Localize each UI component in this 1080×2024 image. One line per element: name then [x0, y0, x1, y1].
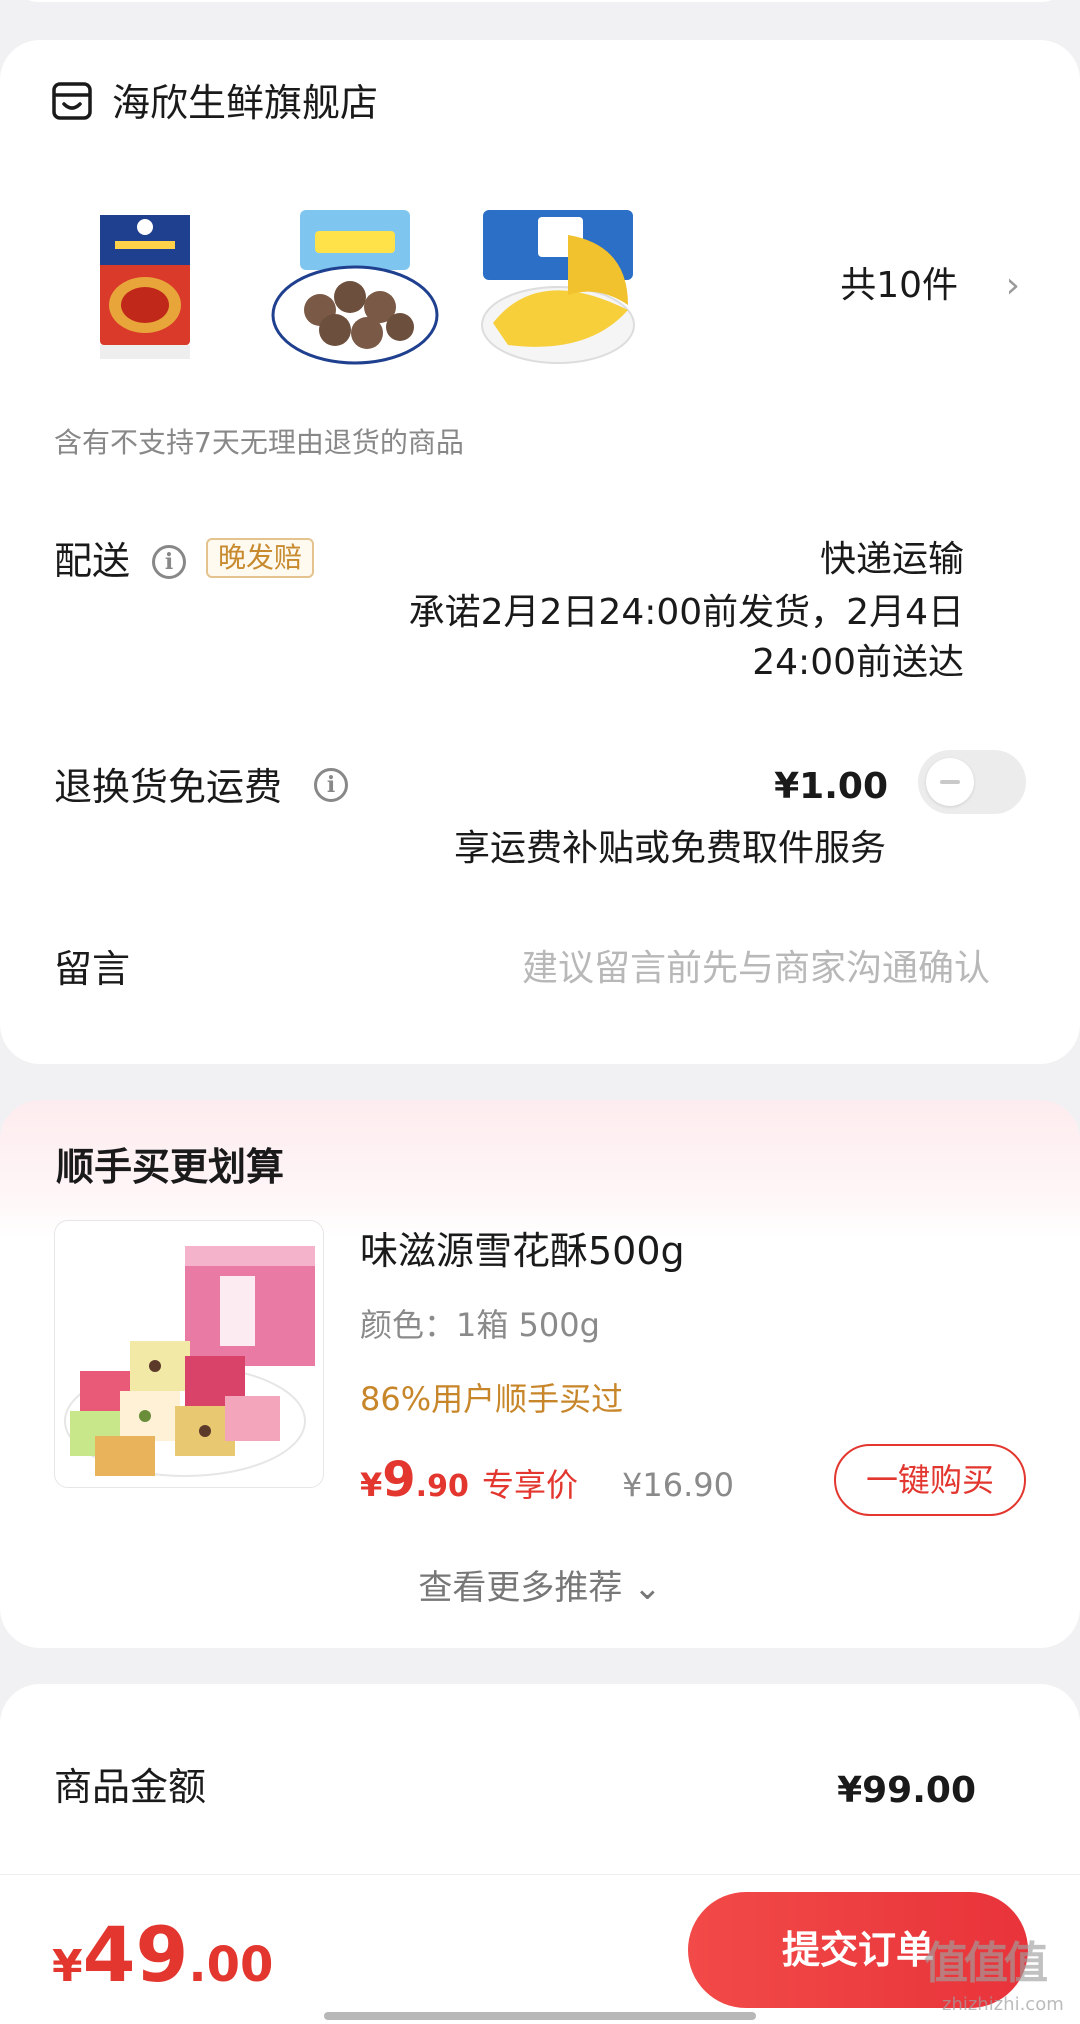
- chevron-right-icon[interactable]: ›: [1006, 262, 1020, 310]
- return-freight-price: ¥1.00: [774, 766, 888, 807]
- return-freight-subtitle: 享运费补贴或免费取件服务: [453, 828, 886, 869]
- return-freight-label: 退换货免运费: [54, 765, 283, 809]
- recommend-title: 顺手买更划算: [56, 1145, 285, 1189]
- store-name[interactable]: 海欣生鲜旗舰店: [112, 78, 378, 128]
- previous-card: [0, 0, 1080, 2]
- hotpot-base-product-image[interactable]: [95, 205, 275, 375]
- watermark-url: zhizhizhi.com: [942, 1994, 1064, 2015]
- recommend-product-image[interactable]: [54, 1220, 324, 1488]
- delivery-promise: 承诺2月2日24:00前发货，2月4日24:00前送达: [408, 592, 964, 683]
- original-price: ¥16.90: [622, 1466, 734, 1504]
- price-decimal: .90: [415, 1469, 469, 1504]
- total-price: ¥49.00: [52, 1910, 273, 2021]
- message-input[interactable]: [420, 944, 990, 994]
- item-count[interactable]: 共10件: [840, 262, 958, 310]
- store-icon: [52, 82, 92, 120]
- message-label: 留言: [54, 947, 131, 991]
- total-currency: ¥: [52, 1941, 83, 1992]
- late-compensation-badge: 晚发赔: [206, 538, 315, 578]
- recommend-buyers-rate: 86%用户顺手买过: [360, 1380, 624, 1418]
- watermark: 值值值: [924, 1938, 1048, 1989]
- info-icon[interactable]: i: [314, 768, 348, 802]
- return-freight-toggle[interactable]: [918, 750, 1026, 814]
- goods-amount-label: 商品金额: [54, 1765, 207, 1809]
- delivery-label: 配送: [54, 539, 131, 583]
- return-notice: 含有不支持7天无理由退货的商品: [54, 426, 464, 459]
- recommend-product-spec: 颜色：1箱 500g: [360, 1306, 600, 1344]
- egg-dumplings-product-image[interactable]: [478, 205, 658, 375]
- home-indicator[interactable]: [324, 2012, 756, 2020]
- toggle-knob: [926, 758, 974, 806]
- exclusive-price-tag: 专享价: [482, 1466, 579, 1504]
- delivery-method[interactable]: 快递运输: [820, 536, 964, 584]
- total-decimal: .00: [188, 1937, 274, 1993]
- info-icon[interactable]: i: [152, 545, 186, 579]
- meatballs-product-image[interactable]: [265, 205, 445, 375]
- goods-amount-value: ¥99.00: [837, 1770, 976, 1811]
- see-more-recommendations-link[interactable]: 查看更多推荐 ⌄: [0, 1564, 1080, 1612]
- recommend-price: ¥9.90: [360, 1450, 469, 1521]
- total-integer: 49: [82, 1910, 189, 1999]
- price-currency: ¥: [360, 1466, 383, 1504]
- recommend-product-name[interactable]: 味滋源雪花酥500g: [360, 1224, 685, 1278]
- one-click-buy-button[interactable]: 一键购买: [834, 1444, 1026, 1516]
- price-integer: 9: [382, 1452, 416, 1508]
